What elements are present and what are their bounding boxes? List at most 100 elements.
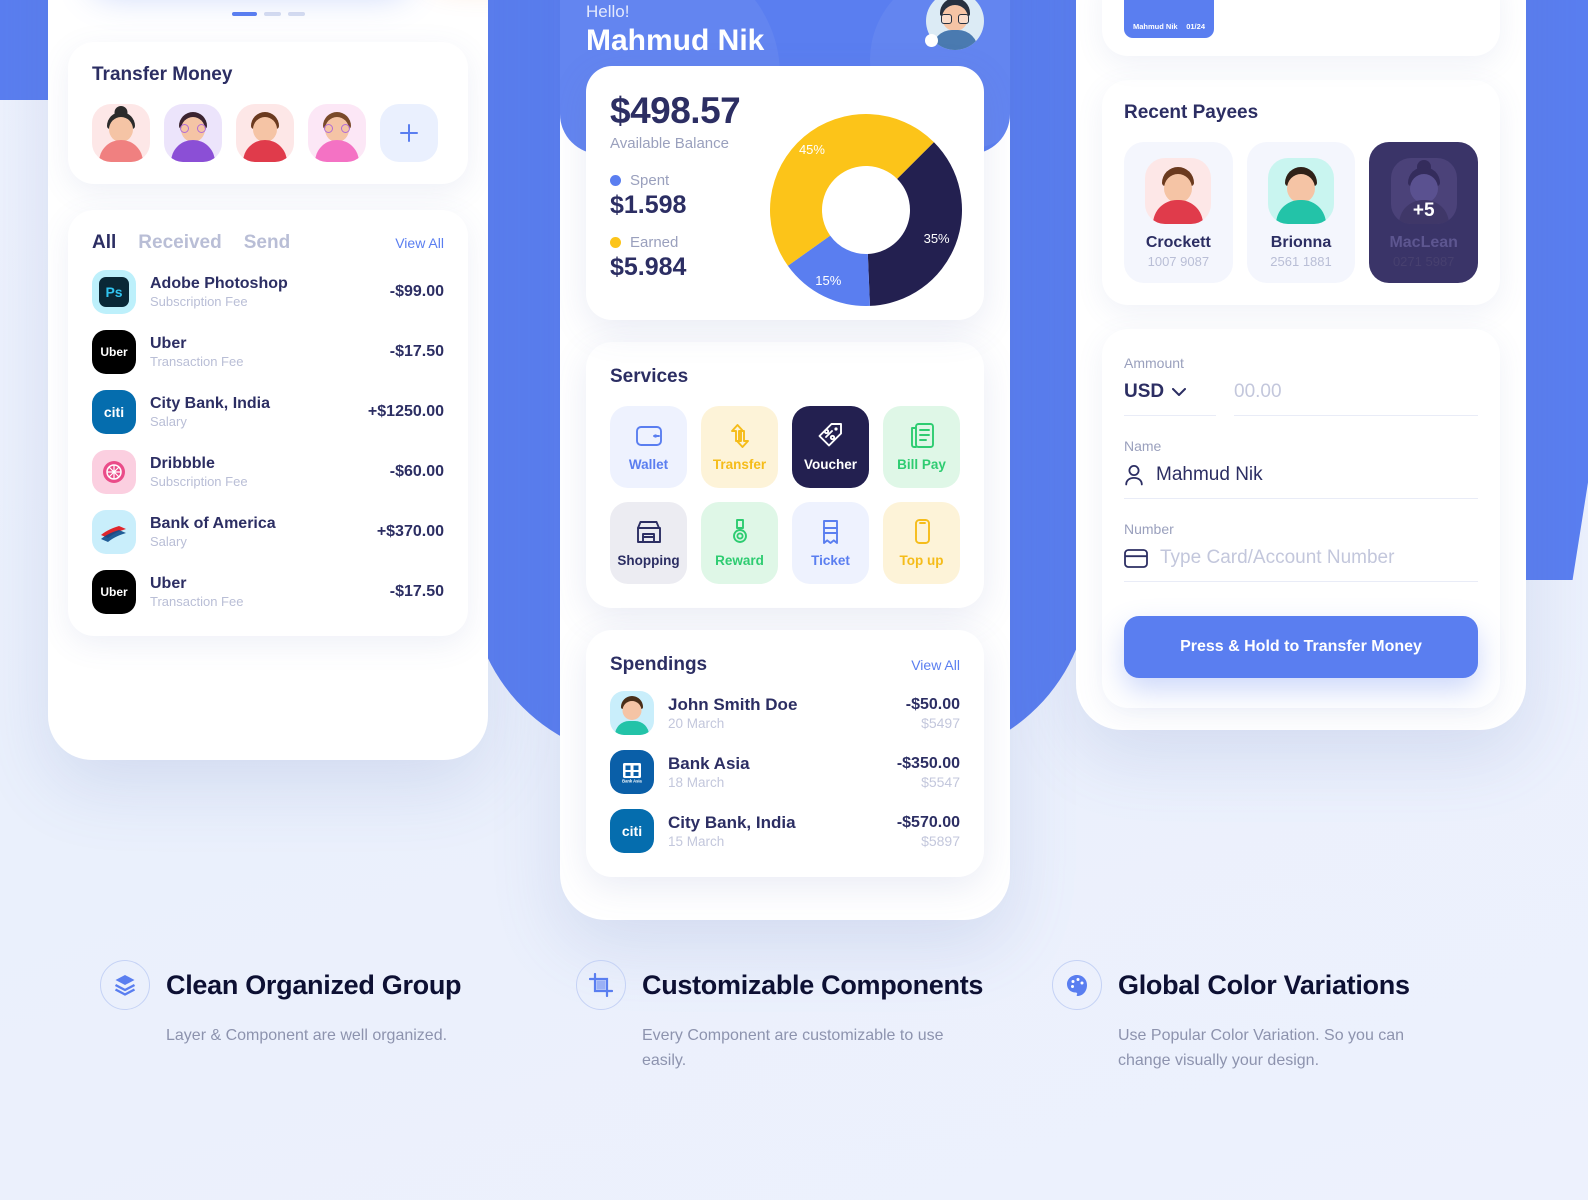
payee-number: 0271 5987: [1392, 254, 1455, 269]
transaction-name: Uber: [150, 335, 187, 352]
transaction-row[interactable]: Ps Adobe Photoshop Subscription Fee -$99…: [92, 270, 444, 314]
spending-row[interactable]: citi City Bank, India 15 March -$570.00 …: [610, 809, 960, 853]
reward-icon: [732, 519, 747, 543]
service-shopping[interactable]: Shopping: [610, 502, 687, 584]
donut-slice-label: 45%: [798, 141, 825, 157]
transaction-amount: -$17.50: [389, 343, 444, 360]
avatar-woman-bun[interactable]: [92, 104, 150, 162]
top-up-icon: [914, 519, 930, 544]
dribbble-icon: [92, 450, 136, 494]
payee-card[interactable]: Brionna 2561 1881: [1246, 142, 1356, 283]
mini-credit-card[interactable]: Mahmud Nik 01/24: [1124, 0, 1214, 38]
service-transfer[interactable]: Transfer: [701, 406, 778, 488]
recent-payees-list[interactable]: Crockett 1007 9087 Brionna 2561 1881 +5 …: [1124, 142, 1479, 283]
amount-input[interactable]: 00.00: [1234, 371, 1478, 416]
tab-send[interactable]: Send: [244, 232, 290, 254]
currency-value: USD: [1124, 381, 1165, 402]
number-label: Number: [1124, 521, 1174, 537]
transaction-list: Ps Adobe Photoshop Subscription Fee -$99…: [92, 270, 444, 614]
service-label: Reward: [715, 553, 764, 568]
status-badge: [925, 34, 938, 47]
transaction-subtitle: Subscription Fee: [150, 294, 248, 309]
avatar-woman-glasses-purple[interactable]: [164, 104, 222, 162]
feature-icon-wrapper: [1052, 960, 1102, 1010]
name-field-group: Name Mahmud Nik: [1124, 438, 1478, 499]
avatar-man-red[interactable]: [236, 104, 294, 162]
spending-balance: $5547: [921, 773, 960, 790]
glasses-icon: [180, 124, 206, 133]
bill-pay-icon: [910, 423, 934, 448]
spendings-card: Spendings View All John Smith Doe 20 Mar…: [586, 630, 984, 877]
glasses-icon: [324, 124, 350, 133]
spending-row[interactable]: Bank Asia Bank Asia 18 March -$350.00 $5…: [610, 750, 960, 794]
spending-name: Bank Asia: [668, 754, 750, 773]
legend-earned-label: Earned: [630, 234, 679, 251]
avatar-woman-glasses-pink[interactable]: [308, 104, 366, 162]
service-voucher[interactable]: Voucher: [792, 406, 869, 488]
donut-slice-label: 15%: [815, 272, 842, 288]
payee-card[interactable]: +5 MacLean 0271 5987: [1369, 142, 1479, 283]
transaction-amount: -$60.00: [389, 463, 444, 480]
service-ticket[interactable]: Ticket: [792, 502, 869, 584]
transaction-row[interactable]: Uber Uber Transaction Fee -$17.50: [92, 330, 444, 374]
glasses-icon: [941, 14, 969, 24]
transaction-row[interactable]: Uber Uber Transaction Fee -$17.50: [92, 570, 444, 614]
feature-title: Clean Organized Group: [166, 969, 462, 1000]
transaction-amount: -$99.00: [389, 283, 444, 300]
service-label: Transfer: [712, 457, 767, 472]
name-label: Name: [1124, 438, 1162, 454]
payee-card[interactable]: Crockett 1007 9087: [1124, 142, 1233, 283]
transactions-view-all-link[interactable]: View All: [395, 235, 444, 251]
service-wallet[interactable]: Wallet: [610, 406, 687, 488]
tab-received[interactable]: Received: [138, 232, 221, 254]
transfer-icon: [730, 424, 749, 448]
services-title: Services: [610, 366, 689, 387]
spending-date: 20 March: [668, 716, 725, 731]
amount-placeholder: 00.00: [1234, 381, 1282, 402]
legend-spent-label: Spent: [630, 172, 670, 189]
feature-item: Clean Organized Group Layer & Component …: [100, 960, 536, 1074]
spending-row[interactable]: John Smith Doe 20 March -$50.00 $5497: [610, 691, 960, 735]
number-input[interactable]: Type Card/Account Number: [1124, 537, 1478, 582]
service-reward[interactable]: Reward: [701, 502, 778, 584]
citi-icon: citi: [610, 809, 654, 853]
spendings-view-all-link[interactable]: View All: [911, 657, 960, 673]
number-placeholder: Type Card/Account Number: [1160, 547, 1395, 568]
service-label: Shopping: [617, 553, 680, 568]
transaction-amount: +$1250.00: [367, 403, 444, 420]
selected-card-row[interactable]: Mahmud Nik 01/24: [1102, 0, 1500, 56]
citi-icon: citi: [92, 390, 136, 434]
transaction-row[interactable]: Bank of America Salary +$370.00: [92, 510, 444, 554]
service-label: Voucher: [803, 457, 857, 472]
transaction-name: Adobe Photoshop: [150, 275, 288, 292]
payee-name: Crockett: [1145, 234, 1211, 251]
services-grid[interactable]: Wallet Transfer Voucher Bill Pay Shopping Rew…: [610, 406, 960, 584]
transfer-form-card: Ammount USD 00.00 Name Mahmud Nik Number…: [1102, 329, 1500, 708]
recent-payees-title: Recent Payees: [1124, 102, 1259, 123]
transaction-name: Bank of America: [150, 515, 276, 532]
svg-text:Bank Asia: Bank Asia: [622, 778, 642, 783]
press-hold-transfer-button[interactable]: Press & Hold to Transfer Money: [1124, 616, 1478, 678]
currency-select[interactable]: USD: [1124, 371, 1216, 416]
transaction-tabs[interactable]: All Received Send View All: [92, 232, 444, 254]
spending-amount: -$50.00: [905, 695, 960, 713]
name-input[interactable]: Mahmud Nik: [1124, 454, 1478, 499]
uber-icon: Uber: [92, 330, 136, 374]
name-value: Mahmud Nik: [1156, 464, 1263, 485]
service-bill-pay[interactable]: Bill Pay: [883, 406, 960, 488]
bank-of-america-icon: [101, 526, 126, 542]
transaction-row[interactable]: Dribbble Subscription Fee -$60.00: [92, 450, 444, 494]
feature-icon-wrapper: [100, 960, 150, 1010]
spending-balance: $5497: [921, 714, 960, 731]
palette-icon: [1067, 975, 1087, 996]
transaction-amount: +$370.00: [376, 523, 444, 540]
feature-icon-wrapper: [576, 960, 626, 1010]
chevron-down-icon: [1172, 387, 1187, 396]
tab-all[interactable]: All: [92, 232, 116, 254]
transaction-subtitle: Salary: [150, 414, 187, 429]
spending-name: John Smith Doe: [668, 695, 798, 714]
transaction-row[interactable]: citi City Bank, India Salary +$1250.00: [92, 390, 444, 434]
voucher-icon: [818, 423, 842, 447]
person-avatar-icon: [610, 691, 654, 735]
service-top-up[interactable]: Top up: [883, 502, 960, 584]
